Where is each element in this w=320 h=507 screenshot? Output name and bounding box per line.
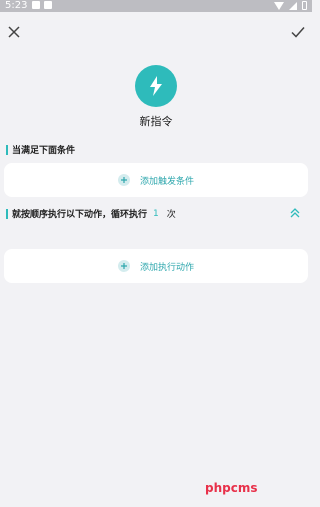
add-trigger-condition-label: 添加触发条件 [139, 176, 194, 187]
section-accent-bar [6, 144, 8, 155]
loop-count[interactable]: 1 [153, 209, 159, 219]
status-bar: 5:23 [0, 0, 312, 12]
add-action-label: 添加执行动作 [139, 262, 194, 273]
watermark: phpcms [205, 481, 258, 495]
actions-section-title: 就按顺序执行以下动作，循环执行 1 次 [6, 207, 176, 220]
wifi-icon [274, 1, 284, 10]
double-chevron-up-icon [290, 208, 300, 218]
notification-icon [44, 1, 52, 9]
lightning-icon [150, 76, 162, 96]
command-icon-button[interactable] [135, 65, 177, 107]
plus-icon [117, 174, 130, 186]
close-button[interactable] [6, 24, 22, 40]
add-action-button[interactable]: 添加执行动作 [4, 249, 308, 283]
status-notification-icons [32, 1, 52, 9]
add-trigger-condition-button[interactable]: 添加触发条件 [4, 163, 308, 197]
check-icon [291, 27, 305, 38]
confirm-button[interactable] [290, 24, 306, 40]
notification-icon [32, 1, 40, 9]
close-icon [8, 26, 20, 38]
collapse-button[interactable] [288, 205, 302, 219]
status-system-icons [274, 1, 307, 10]
status-time: 5:23 [5, 0, 28, 11]
plus-icon [117, 260, 130, 272]
signal-icon [289, 1, 297, 10]
conditions-section-title: 当满足下面条件 [6, 143, 75, 156]
actions-title-text: 就按顺序执行以下动作，循环执行 [12, 210, 148, 220]
conditions-title-text: 当满足下面条件 [12, 146, 76, 156]
battery-icon [302, 1, 307, 10]
section-accent-bar [6, 208, 8, 219]
loop-unit: 次 [166, 210, 176, 220]
command-name[interactable]: 新指令 [0, 113, 312, 129]
